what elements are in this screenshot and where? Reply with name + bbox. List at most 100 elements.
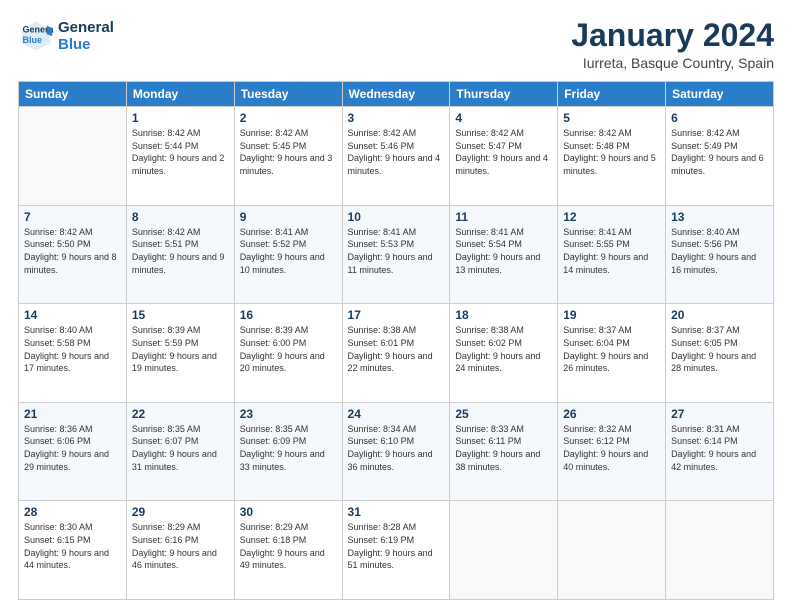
day-number: 6 [671,111,768,125]
calendar-cell: 6 Sunrise: 8:42 AMSunset: 5:49 PMDaylight… [666,107,774,206]
day-info: Sunrise: 8:39 AMSunset: 6:00 PMDaylight:… [240,324,337,374]
day-info: Sunrise: 8:37 AMSunset: 6:05 PMDaylight:… [671,324,768,374]
day-number: 12 [563,210,660,224]
month-title: January 2024 [571,18,774,53]
day-number: 20 [671,308,768,322]
day-info: Sunrise: 8:39 AMSunset: 5:59 PMDaylight:… [132,324,229,374]
day-number: 24 [348,407,445,421]
day-number: 14 [24,308,121,322]
day-number: 8 [132,210,229,224]
day-info: Sunrise: 8:40 AMSunset: 5:58 PMDaylight:… [24,324,121,374]
day-info: Sunrise: 8:42 AMSunset: 5:49 PMDaylight:… [671,127,768,177]
day-number: 25 [455,407,552,421]
day-number: 23 [240,407,337,421]
day-number: 17 [348,308,445,322]
col-header-sunday: Sunday [19,82,127,107]
calendar-cell: 21Sunrise: 8:36 AMSunset: 6:06 PMDayligh… [19,402,127,501]
day-info: Sunrise: 8:35 AMSunset: 6:09 PMDaylight:… [240,423,337,473]
calendar-cell: 31 Sunrise: 8:28 AMSunset: 6:19 PMDayligh… [342,501,450,600]
col-header-saturday: Saturday [666,82,774,107]
calendar-header-row: SundayMondayTuesdayWednesdayThursdayFrid… [19,82,774,107]
calendar-cell: 16Sunrise: 8:39 AMSunset: 6:00 PMDayligh… [234,304,342,403]
day-info: Sunrise: 8:35 AMSunset: 6:07 PMDaylight:… [132,423,229,473]
day-number: 28 [24,505,121,519]
calendar-cell: 2Sunrise: 8:42 AMSunset: 5:45 PMDaylight… [234,107,342,206]
day-info: Sunrise: 8:33 AMSunset: 6:11 PMDaylight:… [455,423,552,473]
calendar-cell [666,501,774,600]
calendar-cell: 9Sunrise: 8:41 AMSunset: 5:52 PMDaylight… [234,205,342,304]
day-info: Sunrise: 8:42 AMSunset: 5:51 PMDaylight:… [132,226,229,276]
calendar-cell [450,501,558,600]
calendar-cell: 28 Sunrise: 8:30 AMSunset: 6:15 PMDayligh… [19,501,127,600]
calendar-cell: 25 Sunrise: 8:33 AMSunset: 6:11 PMDayligh… [450,402,558,501]
calendar-cell: 26 Sunrise: 8:32 AMSunset: 6:12 PMDayligh… [558,402,666,501]
day-number: 4 [455,111,552,125]
day-number: 30 [240,505,337,519]
calendar-cell: 14 Sunrise: 8:40 AMSunset: 5:58 PMDayligh… [19,304,127,403]
day-info: Sunrise: 8:42 AMSunset: 5:50 PMDaylight:… [24,226,121,276]
day-number: 9 [240,210,337,224]
calendar-table: SundayMondayTuesdayWednesdayThursdayFrid… [18,81,774,600]
day-info: Sunrise: 8:41 AMSunset: 5:54 PMDaylight:… [455,226,552,276]
calendar-cell: 3 Sunrise: 8:42 AMSunset: 5:46 PMDaylight… [342,107,450,206]
logo-text-general: General [58,19,114,36]
day-info: Sunrise: 8:29 AMSunset: 6:18 PMDaylight:… [240,521,337,571]
day-info: Sunrise: 8:32 AMSunset: 6:12 PMDaylight:… [563,423,660,473]
day-number: 15 [132,308,229,322]
col-header-monday: Monday [126,82,234,107]
calendar-cell: 23 Sunrise: 8:35 AMSunset: 6:09 PMDayligh… [234,402,342,501]
col-header-wednesday: Wednesday [342,82,450,107]
day-number: 26 [563,407,660,421]
day-number: 2 [240,111,337,125]
col-header-friday: Friday [558,82,666,107]
day-info: Sunrise: 8:42 AMSunset: 5:46 PMDaylight:… [348,127,445,177]
logo-text-blue: Blue [58,36,114,53]
day-info: Sunrise: 8:42 AMSunset: 5:44 PMDaylight:… [132,127,229,177]
svg-text:Blue: Blue [23,35,43,45]
calendar-cell: 7Sunrise: 8:42 AMSunset: 5:50 PMDaylight… [19,205,127,304]
week-row-5: 28 Sunrise: 8:30 AMSunset: 6:15 PMDayligh… [19,501,774,600]
day-info: Sunrise: 8:38 AMSunset: 6:01 PMDaylight:… [348,324,445,374]
day-number: 27 [671,407,768,421]
day-info: Sunrise: 8:41 AMSunset: 5:53 PMDaylight:… [348,226,445,276]
logo: General Blue General Blue [18,18,114,54]
day-info: Sunrise: 8:30 AMSunset: 6:15 PMDaylight:… [24,521,121,571]
calendar-cell: 30 Sunrise: 8:29 AMSunset: 6:18 PMDayligh… [234,501,342,600]
calendar-cell: 11Sunrise: 8:41 AMSunset: 5:54 PMDayligh… [450,205,558,304]
calendar-cell: 4Sunrise: 8:42 AMSunset: 5:47 PMDaylight… [450,107,558,206]
week-row-2: 7Sunrise: 8:42 AMSunset: 5:50 PMDaylight… [19,205,774,304]
col-header-tuesday: Tuesday [234,82,342,107]
day-info: Sunrise: 8:29 AMSunset: 6:16 PMDaylight:… [132,521,229,571]
calendar-cell: 22Sunrise: 8:35 AMSunset: 6:07 PMDayligh… [126,402,234,501]
day-number: 19 [563,308,660,322]
day-info: Sunrise: 8:37 AMSunset: 6:04 PMDaylight:… [563,324,660,374]
week-row-1: 1 Sunrise: 8:42 AMSunset: 5:44 PMDaylight… [19,107,774,206]
calendar-cell: 29Sunrise: 8:29 AMSunset: 6:16 PMDayligh… [126,501,234,600]
calendar-cell: 5 Sunrise: 8:42 AMSunset: 5:48 PMDaylight… [558,107,666,206]
location-title: Iurreta, Basque Country, Spain [571,55,774,71]
col-header-thursday: Thursday [450,82,558,107]
calendar-cell: 17 Sunrise: 8:38 AMSunset: 6:01 PMDayligh… [342,304,450,403]
week-row-4: 21Sunrise: 8:36 AMSunset: 6:06 PMDayligh… [19,402,774,501]
day-info: Sunrise: 8:34 AMSunset: 6:10 PMDaylight:… [348,423,445,473]
day-number: 21 [24,407,121,421]
title-block: January 2024 Iurreta, Basque Country, Sp… [571,18,774,71]
header: General Blue General Blue January 2024 I… [18,18,774,71]
day-number: 3 [348,111,445,125]
day-info: Sunrise: 8:41 AMSunset: 5:55 PMDaylight:… [563,226,660,276]
day-number: 31 [348,505,445,519]
day-number: 5 [563,111,660,125]
day-info: Sunrise: 8:42 AMSunset: 5:48 PMDaylight:… [563,127,660,177]
day-info: Sunrise: 8:28 AMSunset: 6:19 PMDaylight:… [348,521,445,571]
calendar-cell: 19 Sunrise: 8:37 AMSunset: 6:04 PMDayligh… [558,304,666,403]
week-row-3: 14 Sunrise: 8:40 AMSunset: 5:58 PMDayligh… [19,304,774,403]
calendar-cell [558,501,666,600]
day-info: Sunrise: 8:40 AMSunset: 5:56 PMDaylight:… [671,226,768,276]
day-info: Sunrise: 8:38 AMSunset: 6:02 PMDaylight:… [455,324,552,374]
day-number: 10 [348,210,445,224]
calendar-cell: 18Sunrise: 8:38 AMSunset: 6:02 PMDayligh… [450,304,558,403]
calendar-cell: 27Sunrise: 8:31 AMSunset: 6:14 PMDayligh… [666,402,774,501]
day-number: 1 [132,111,229,125]
calendar-cell: 20 Sunrise: 8:37 AMSunset: 6:05 PMDayligh… [666,304,774,403]
day-number: 13 [671,210,768,224]
